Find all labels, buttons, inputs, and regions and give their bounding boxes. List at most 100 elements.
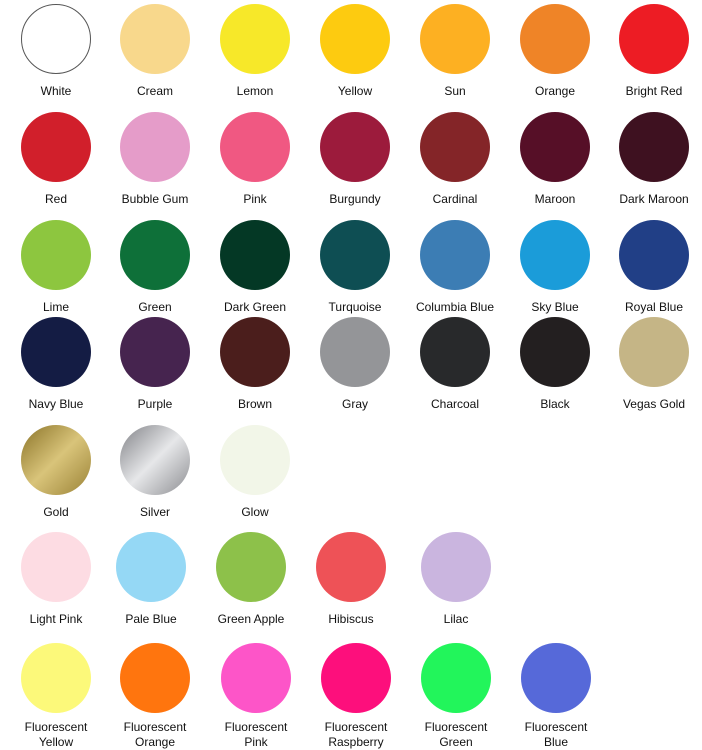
color-circle-bubble-gum bbox=[120, 112, 190, 182]
swatch-sun: Sun bbox=[405, 4, 505, 99]
color-circle-sun bbox=[420, 4, 490, 74]
swatch-lilac: Lilac bbox=[406, 532, 506, 627]
color-label-pink: Pink bbox=[243, 192, 267, 206]
color-label-white: White bbox=[40, 84, 72, 98]
swatch-gold: Gold bbox=[6, 425, 106, 520]
color-label-turquoise: Turquoise bbox=[328, 300, 382, 314]
color-label-line1: Fluorescent bbox=[424, 720, 488, 734]
swatch-charcoal: Charcoal bbox=[405, 317, 505, 412]
color-circle-fluorescent-orange bbox=[120, 643, 190, 713]
color-label-line2: Orange bbox=[134, 735, 176, 749]
color-label-red: Red bbox=[44, 192, 67, 206]
swatch-columbia-blue: Columbia Blue bbox=[405, 220, 505, 315]
color-circle-lilac bbox=[421, 532, 491, 602]
color-circle-fluorescent-green bbox=[421, 643, 491, 713]
swatch-dark-maroon: Dark Maroon bbox=[604, 112, 702, 207]
color-chart: White Cream Lemon Yellow Sun Orange Bright Red… bbox=[0, 0, 702, 750]
color-label-sky-blue: Sky Blue bbox=[531, 300, 579, 314]
swatch-maroon: Maroon bbox=[505, 112, 605, 207]
color-label-royal-blue: Royal Blue bbox=[624, 300, 684, 314]
color-circle-orange bbox=[520, 4, 590, 74]
color-label-line1: Fluorescent bbox=[524, 720, 588, 734]
color-circle-silver bbox=[120, 425, 190, 495]
color-label-green: Green bbox=[138, 300, 172, 314]
color-circle-maroon bbox=[520, 112, 590, 182]
swatch-green: Green bbox=[105, 220, 205, 315]
swatch-fluorescent-orange: Fluorescent Orange bbox=[105, 643, 205, 750]
swatch-lime: Lime bbox=[6, 220, 106, 315]
color-circle-yellow bbox=[320, 4, 390, 74]
color-circle-red bbox=[21, 112, 91, 182]
color-circle-glow bbox=[220, 425, 290, 495]
swatch-burgundy: Burgundy bbox=[305, 112, 405, 207]
color-circle-black bbox=[520, 317, 590, 387]
swatch-fluorescent-raspberry: Fluorescent Raspberry bbox=[306, 643, 406, 750]
color-label-burgundy: Burgundy bbox=[329, 192, 381, 206]
swatch-fluorescent-pink: Fluorescent Pink bbox=[206, 643, 306, 750]
color-label-gray: Gray bbox=[341, 397, 368, 411]
color-circle-charcoal bbox=[420, 317, 490, 387]
swatch-brown: Brown bbox=[205, 317, 305, 412]
color-label-line2: Green bbox=[439, 735, 473, 749]
color-circle-fluorescent-raspberry bbox=[321, 643, 391, 713]
color-label-line1: Fluorescent bbox=[224, 720, 288, 734]
swatch-white: White bbox=[6, 4, 106, 99]
color-label-maroon: Maroon bbox=[534, 192, 576, 206]
swatch-purple: Purple bbox=[105, 317, 205, 412]
color-circle-fluorescent-yellow bbox=[21, 643, 91, 713]
swatch-silver: Silver bbox=[105, 425, 205, 520]
color-label-fluorescent-pink: Fluorescent Pink bbox=[206, 720, 306, 750]
swatch-fluorescent-yellow: Fluorescent Yellow bbox=[6, 643, 106, 750]
swatch-turquoise: Turquoise bbox=[305, 220, 405, 315]
color-label-vegas-gold: Vegas Gold bbox=[622, 397, 686, 411]
color-label-line2: Pink bbox=[244, 735, 268, 749]
color-circle-cardinal bbox=[420, 112, 490, 182]
color-circle-pale-blue bbox=[116, 532, 186, 602]
color-label-fluorescent-blue: Fluorescent Blue bbox=[506, 720, 606, 750]
color-label-dark-maroon: Dark Maroon bbox=[619, 192, 689, 206]
color-label-brown: Brown bbox=[237, 397, 272, 411]
color-circle-purple bbox=[120, 317, 190, 387]
swatch-black: Black bbox=[505, 317, 605, 412]
swatch-pale-blue: Pale Blue bbox=[101, 532, 201, 627]
color-label-gold: Gold bbox=[43, 505, 69, 519]
color-label-navy-blue: Navy Blue bbox=[28, 397, 84, 411]
swatch-red: Red bbox=[6, 112, 106, 207]
color-label-line2: Raspberry bbox=[328, 735, 384, 749]
color-label-lime: Lime bbox=[42, 300, 69, 314]
color-label-orange: Orange bbox=[534, 84, 576, 98]
color-circle-fluorescent-pink bbox=[221, 643, 291, 713]
color-circle-dark-green bbox=[220, 220, 290, 290]
color-circle-navy-blue bbox=[21, 317, 91, 387]
color-label-fluorescent-yellow: Fluorescent Yellow bbox=[6, 720, 106, 750]
color-circle-turquoise bbox=[320, 220, 390, 290]
color-label-yellow: Yellow bbox=[337, 84, 373, 98]
swatch-light-pink: Light Pink bbox=[6, 532, 106, 627]
color-circle-royal-blue bbox=[619, 220, 689, 290]
color-label-light-pink: Light Pink bbox=[29, 612, 83, 626]
color-label-charcoal: Charcoal bbox=[430, 397, 480, 411]
color-label-silver: Silver bbox=[139, 505, 170, 519]
swatch-glow: Glow bbox=[205, 425, 305, 520]
color-label-hibiscus: Hibiscus bbox=[328, 612, 374, 626]
color-label-line1: Fluorescent bbox=[123, 720, 187, 734]
color-label-lilac: Lilac bbox=[443, 612, 469, 626]
swatch-pink: Pink bbox=[205, 112, 305, 207]
color-circle-pink bbox=[220, 112, 290, 182]
color-label-sun: Sun bbox=[444, 84, 466, 98]
swatch-royal-blue: Royal Blue bbox=[604, 220, 702, 315]
swatch-hibiscus: Hibiscus bbox=[301, 532, 401, 627]
color-label-cardinal: Cardinal bbox=[432, 192, 478, 206]
color-label-fluorescent-green: Fluorescent Green bbox=[406, 720, 506, 750]
swatch-sky-blue: Sky Blue bbox=[505, 220, 605, 315]
color-label-lemon: Lemon bbox=[236, 84, 274, 98]
swatch-navy-blue: Navy Blue bbox=[6, 317, 106, 412]
swatch-vegas-gold: Vegas Gold bbox=[604, 317, 702, 412]
color-label-cream: Cream bbox=[136, 84, 173, 98]
color-circle-burgundy bbox=[320, 112, 390, 182]
swatch-cardinal: Cardinal bbox=[405, 112, 505, 207]
swatch-orange: Orange bbox=[505, 4, 605, 99]
color-circle-hibiscus bbox=[316, 532, 386, 602]
swatch-yellow: Yellow bbox=[305, 4, 405, 99]
swatch-cream: Cream bbox=[105, 4, 205, 99]
